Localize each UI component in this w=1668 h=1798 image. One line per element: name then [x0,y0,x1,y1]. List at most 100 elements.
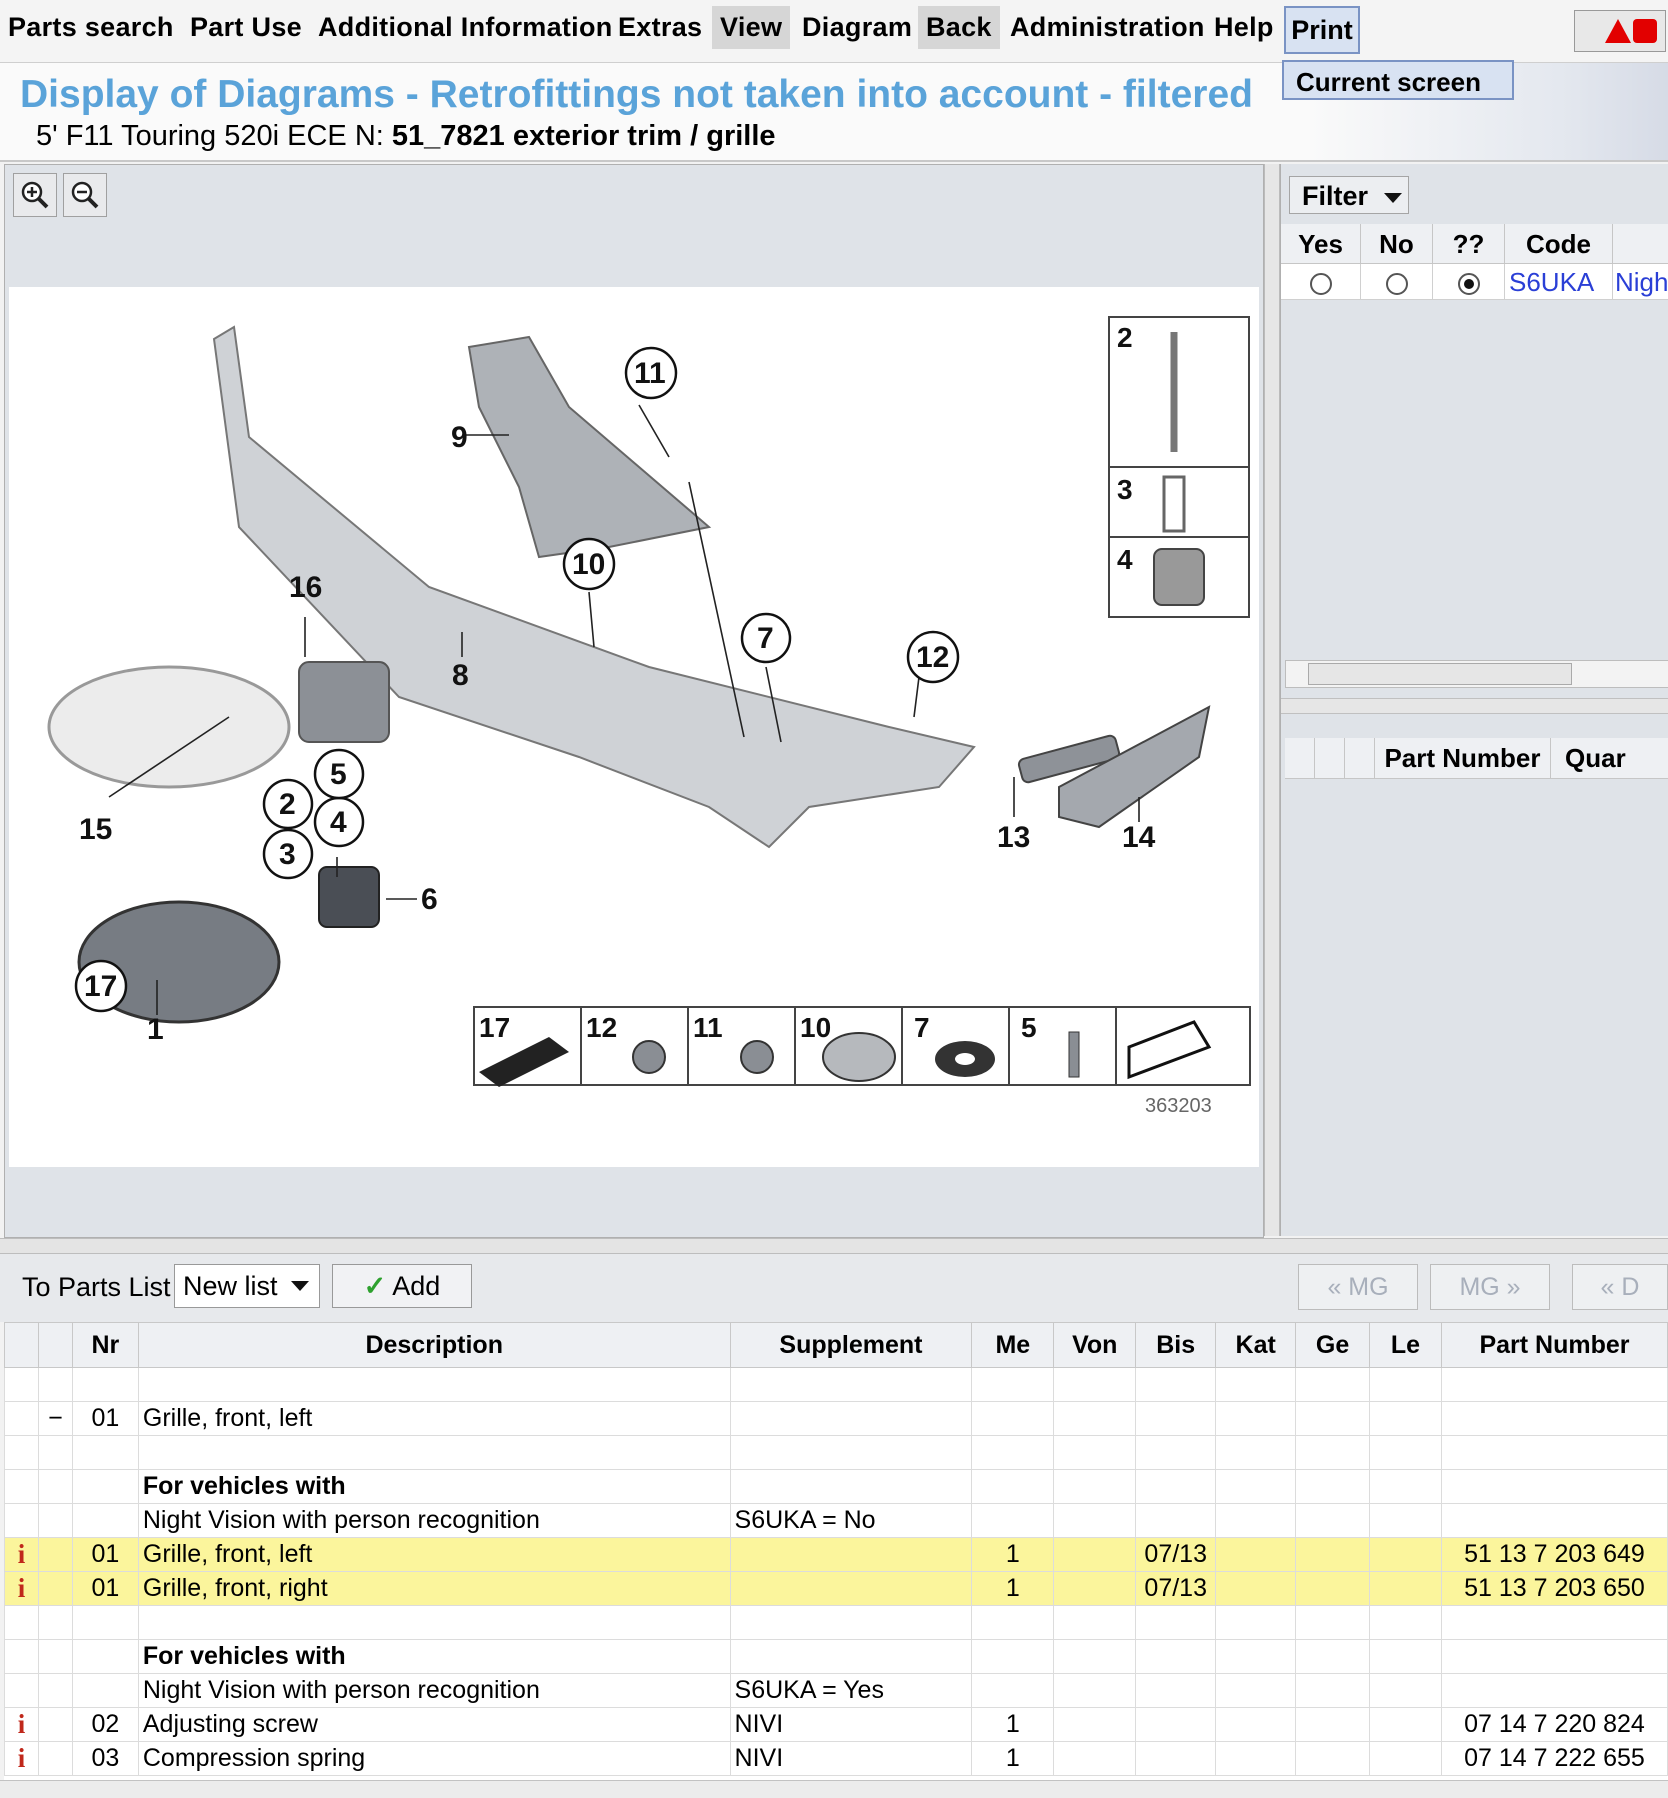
menu-back[interactable]: Back [918,6,1000,49]
filter-col-no[interactable]: No [1361,224,1433,264]
table-row[interactable]: i 01 Grille, front, right 1 07/13 51 13 7 203… [4,1571,1668,1606]
callout-9[interactable]: 9 [451,421,468,454]
callout-11[interactable]: 11 [624,346,678,400]
callout-13[interactable]: 13 [997,821,1030,854]
legend-label-7[interactable]: 7 [914,1012,930,1043]
filter-yes-radio[interactable] [1309,273,1332,296]
menu-parts-search[interactable]: Parts search [8,12,174,43]
svg-text:12: 12 [916,641,949,674]
col-bis[interactable]: Bis [1135,1322,1217,1368]
legend-label-12[interactable]: 12 [586,1012,617,1043]
ge-cell [1295,1571,1371,1606]
col-ge[interactable]: Ge [1295,1322,1371,1368]
callout-12[interactable]: 12 [906,630,960,684]
col-nr[interactable]: Nr [71,1322,139,1368]
horizontal-splitter[interactable] [0,1238,1668,1254]
callout-4[interactable]: 4 [313,796,365,848]
filter-parts-col-part-number[interactable]: Part Number [1375,738,1551,778]
inset-label-4[interactable]: 4 [1117,544,1133,575]
print-current-screen-option[interactable]: Current screen [1282,60,1514,100]
empty-cell [971,1503,1055,1538]
empty-cell [1440,1639,1668,1674]
part-number-cell[interactable]: 51 13 7 203 649 [1440,1537,1668,1572]
filter-col-unknown[interactable]: ?? [1433,224,1505,264]
table-row[interactable]: i 03 Compression spring NIVI 1 07 14 7 222 65… [4,1741,1668,1776]
menu-additional-information[interactable]: Additional Information [318,12,613,43]
info-icon[interactable]: i [4,1571,39,1606]
callout-1[interactable]: 1 [147,1013,164,1046]
filter-code-link[interactable]: S6UKA [1505,264,1613,300]
vertical-splitter[interactable] [1264,164,1280,1236]
callout-8[interactable]: 8 [452,659,469,692]
table-row[interactable]: i 02 Adjusting screw NIVI 1 07 14 7 220 824 [4,1707,1668,1742]
col-von[interactable]: Von [1053,1322,1137,1368]
legend-label-10[interactable]: 10 [800,1012,831,1043]
col-supplement[interactable]: Supplement [729,1322,973,1368]
filter-description-link[interactable]: Nigh [1613,264,1668,300]
filter-horizontal-scrollbar[interactable] [1285,660,1668,688]
callout-15[interactable]: 15 [79,813,112,846]
empty-cell [1295,1367,1371,1402]
callout-10[interactable]: 10 [562,537,616,591]
callout-2[interactable]: 2 [262,778,314,830]
filter-scroll-thumb[interactable] [1308,663,1572,685]
callout-17[interactable]: 17 [74,959,128,1013]
inset-label-3[interactable]: 3 [1117,474,1133,505]
col-toggle[interactable] [37,1322,73,1368]
legend-label-17[interactable]: 17 [479,1012,510,1043]
collapse-toggle[interactable]: − [37,1401,73,1436]
legend-label-5[interactable]: 5 [1021,1012,1037,1043]
part-number-cell[interactable]: 07 14 7 222 655 [1440,1741,1668,1776]
menu-diagram[interactable]: Diagram [802,12,912,43]
menu-administration[interactable]: Administration [1010,12,1205,43]
empty-cell [4,1367,39,1402]
empty-cell [1053,1401,1137,1436]
info-icon[interactable]: i [4,1741,39,1776]
toggle-cell [37,1503,73,1538]
previous-d-button[interactable]: « D [1572,1264,1668,1310]
parts-list-select[interactable]: New list [174,1264,320,1308]
filter-no-radio[interactable] [1385,273,1408,296]
col-me[interactable]: Me [971,1322,1055,1368]
zoom-in-button[interactable] [13,173,57,217]
callout-7[interactable]: 7 [740,612,792,664]
menu-help[interactable]: Help [1214,12,1274,43]
empty-cell [137,1367,731,1402]
filter-col-yes[interactable]: Yes [1281,224,1361,264]
callout-3[interactable]: 3 [262,828,314,880]
menu-part-use[interactable]: Part Use [190,12,302,43]
previous-mg-button[interactable]: « MG [1298,1264,1418,1310]
filter-parts-col-quantity[interactable]: Quar [1551,738,1668,778]
add-button[interactable]: ✓ Add [332,1264,472,1308]
menu-extras[interactable]: Extras [618,12,702,43]
table-row[interactable]: i 01 Grille, front, left 1 07/13 51 13 7 203 … [4,1537,1668,1572]
filter-dropdown-button[interactable]: Filter [1289,176,1409,214]
col-kat[interactable]: Kat [1215,1322,1297,1368]
filter-col-code[interactable]: Code [1505,224,1613,264]
next-mg-button[interactable]: MG » [1430,1264,1550,1310]
filter-splitter[interactable] [1281,698,1668,714]
legend-label-11[interactable]: 11 [693,1012,723,1043]
menu-view[interactable]: View [712,6,791,49]
empty-cell [971,1639,1055,1674]
bottom-horizontal-scrollbar[interactable] [0,1780,1668,1798]
inset-label-2[interactable]: 2 [1117,322,1133,353]
filter-unknown-radio[interactable] [1457,273,1480,296]
col-info[interactable] [4,1322,39,1368]
callout-5[interactable]: 5 [313,748,365,800]
info-icon[interactable]: i [4,1707,39,1742]
menu-print[interactable]: Print [1284,6,1360,54]
callout-16[interactable]: 16 [289,571,322,604]
callout-6[interactable]: 6 [421,883,438,916]
callout-14[interactable]: 14 [1122,821,1156,854]
parts-diagram[interactable]: 1 2 3 4 5 6 7 8 9 10 11 12 13 14 15 16 1… [9,287,1259,1167]
part-number-cell[interactable]: 51 13 7 203 650 [1440,1571,1668,1606]
col-le[interactable]: Le [1369,1322,1442,1368]
part-number-cell[interactable]: 07 14 7 220 824 [1440,1707,1668,1742]
filter-col-description[interactable] [1613,224,1668,264]
info-icon[interactable]: i [4,1537,39,1572]
col-description[interactable]: Description [137,1322,731,1368]
zoom-out-button[interactable] [63,173,107,217]
col-part-number[interactable]: Part Number [1440,1322,1668,1368]
table-row-group[interactable]: −01 Grille, front, left [4,1401,1668,1436]
